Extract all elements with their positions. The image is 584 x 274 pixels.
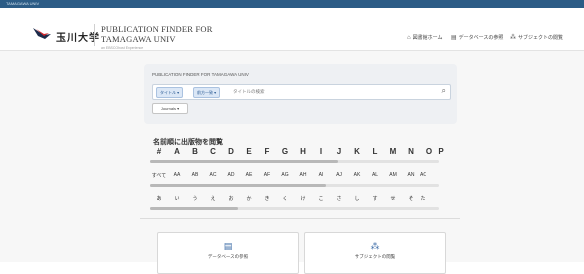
group-link[interactable]: すべて <box>150 172 168 179</box>
header-separator <box>94 24 95 46</box>
letter-link[interactable]: B <box>186 147 204 156</box>
subject-browse-card[interactable]: ⁂ サブジェクトの閲覧 <box>304 232 446 274</box>
database-browse-card[interactable]: ▤ データベースの参照 <box>157 232 299 274</box>
letter-link[interactable]: I <box>312 147 330 156</box>
search-panel-label: PUBLICATION FINDER FOR TAMAGAWA UNIV <box>152 72 249 77</box>
nav-database-browse-label: データベースの参照 <box>458 35 504 41</box>
header: 玉川大学 PUBLICATION FINDER FOR TAMAGAWA UNI… <box>0 8 584 51</box>
group-link[interactable]: AH <box>294 172 312 179</box>
group-link[interactable]: AD <box>222 172 240 179</box>
letter-link[interactable]: C <box>204 147 222 156</box>
university-logo-icon <box>33 28 51 39</box>
scrollbar-thumb[interactable] <box>150 184 326 187</box>
latin-group-row: すべて AA AB AC AD AE AF AG AH AI AJ AK AL … <box>150 172 426 179</box>
letter-row-scrollbar[interactable] <box>150 160 439 163</box>
subject-browse-card-label: サブジェクトの閲覧 <box>354 254 396 259</box>
letter-link[interactable]: F <box>258 147 276 156</box>
publication-type-select[interactable]: Journals ▾ <box>152 103 188 114</box>
kana-row-scrollbar[interactable] <box>150 207 439 210</box>
kana-link[interactable]: お <box>222 195 240 202</box>
letter-link[interactable]: # <box>150 147 168 156</box>
letter-link[interactable]: O <box>420 147 438 156</box>
nav-subject-browse[interactable]: ⁂ サブジェクトの閲覧 <box>510 34 563 41</box>
nav-library-home[interactable]: ⌂ 図書館ホーム <box>407 34 443 42</box>
top-bar-label: TAMAGAWA UNIV <box>6 1 40 6</box>
letter-link[interactable]: M <box>384 147 402 156</box>
kana-link[interactable]: い <box>168 195 186 202</box>
kana-link[interactable]: さ <box>330 195 348 202</box>
browse-title: 名前順に出版物を閲覧 <box>153 137 223 146</box>
database-icon: ▤ <box>223 241 233 251</box>
kana-link[interactable]: せ <box>384 195 402 202</box>
publication-type-value: Journals <box>160 106 176 111</box>
subject-icon: ⁂ <box>370 241 380 251</box>
section-divider <box>140 218 460 219</box>
site-title-line1: PUBLICATION FINDER FOR <box>101 24 213 34</box>
letter-index-row: # A B C D E F G H I J K L M N O P <box>150 147 444 156</box>
kana-link[interactable]: け <box>294 195 312 202</box>
kana-link[interactable]: え <box>204 195 222 202</box>
letter-link[interactable]: D <box>222 147 240 156</box>
letter-link[interactable]: A <box>168 147 186 156</box>
kana-link[interactable]: あ <box>150 195 168 202</box>
search-input[interactable]: タイトルの検索 <box>233 89 265 95</box>
field-select-dropdown[interactable]: タイトル ▾ <box>156 87 184 98</box>
search-icon[interactable]: ⌕ <box>442 86 446 96</box>
database-icon: ▤ <box>451 35 457 41</box>
match-select-value: 前方一致 <box>197 90 213 95</box>
scrollbar-thumb[interactable] <box>150 207 238 210</box>
group-link[interactable]: AE <box>240 172 258 179</box>
nav-library-home-label: 図書館ホーム <box>412 35 443 41</box>
kana-link[interactable]: た <box>420 195 426 202</box>
letter-link[interactable]: G <box>276 147 294 156</box>
group-link[interactable]: AO <box>420 172 426 179</box>
site-subtitle: an EBSCOhost Experience <box>101 46 144 50</box>
group-link[interactable]: AG <box>276 172 294 179</box>
group-link[interactable]: AJ <box>330 172 348 179</box>
site-title[interactable]: PUBLICATION FINDER FOR TAMAGAWA UNIV <box>101 24 213 44</box>
kana-row: あ い う え お か き く け こ さ し す せ そ た <box>150 195 426 202</box>
search-panel: PUBLICATION FINDER FOR TAMAGAWA UNIV タイト… <box>144 64 457 124</box>
kana-link[interactable]: し <box>348 195 366 202</box>
latin-row-scrollbar[interactable] <box>150 184 439 187</box>
match-select-dropdown[interactable]: 前方一致 ▾ <box>193 87 221 98</box>
letter-link[interactable]: N <box>402 147 420 156</box>
kana-link[interactable]: す <box>366 195 384 202</box>
letter-link[interactable]: P <box>438 147 444 156</box>
top-bar: TAMAGAWA UNIV <box>0 0 584 8</box>
group-link[interactable]: AC <box>204 172 222 179</box>
search-bar: タイトル ▾ 前方一致 ▾ タイトルの検索 ⌕ <box>152 84 451 100</box>
kana-link[interactable]: か <box>240 195 258 202</box>
home-icon: ⌂ <box>407 34 411 41</box>
group-link[interactable]: AA <box>168 172 186 179</box>
group-link[interactable]: AF <box>258 172 276 179</box>
subject-icon: ⁂ <box>510 35 516 41</box>
kana-link[interactable]: き <box>258 195 276 202</box>
scrollbar-thumb[interactable] <box>150 160 338 163</box>
group-link[interactable]: AM <box>384 172 402 179</box>
group-link[interactable]: AI <box>312 172 330 179</box>
database-browse-card-label: データベースの参照 <box>207 254 249 259</box>
kana-link[interactable]: く <box>276 195 294 202</box>
group-link[interactable]: AB <box>186 172 204 179</box>
field-select-value: タイトル <box>160 90 176 95</box>
letter-link[interactable]: K <box>348 147 366 156</box>
group-link[interactable]: AL <box>366 172 384 179</box>
kana-link[interactable]: そ <box>402 195 420 202</box>
nav-database-browse[interactable]: ▤ データベースの参照 <box>451 34 503 41</box>
letter-link[interactable]: E <box>240 147 258 156</box>
site-title-line2: TAMAGAWA UNIV <box>101 34 176 44</box>
letter-link[interactable]: H <box>294 147 312 156</box>
kana-link[interactable]: う <box>186 195 204 202</box>
group-link[interactable]: AK <box>348 172 366 179</box>
group-link[interactable]: AN <box>402 172 420 179</box>
nav-subject-browse-label: サブジェクトの閲覧 <box>518 35 564 41</box>
kana-link[interactable]: こ <box>312 195 330 202</box>
letter-link[interactable]: L <box>366 147 384 156</box>
letter-link[interactable]: J <box>330 147 348 156</box>
